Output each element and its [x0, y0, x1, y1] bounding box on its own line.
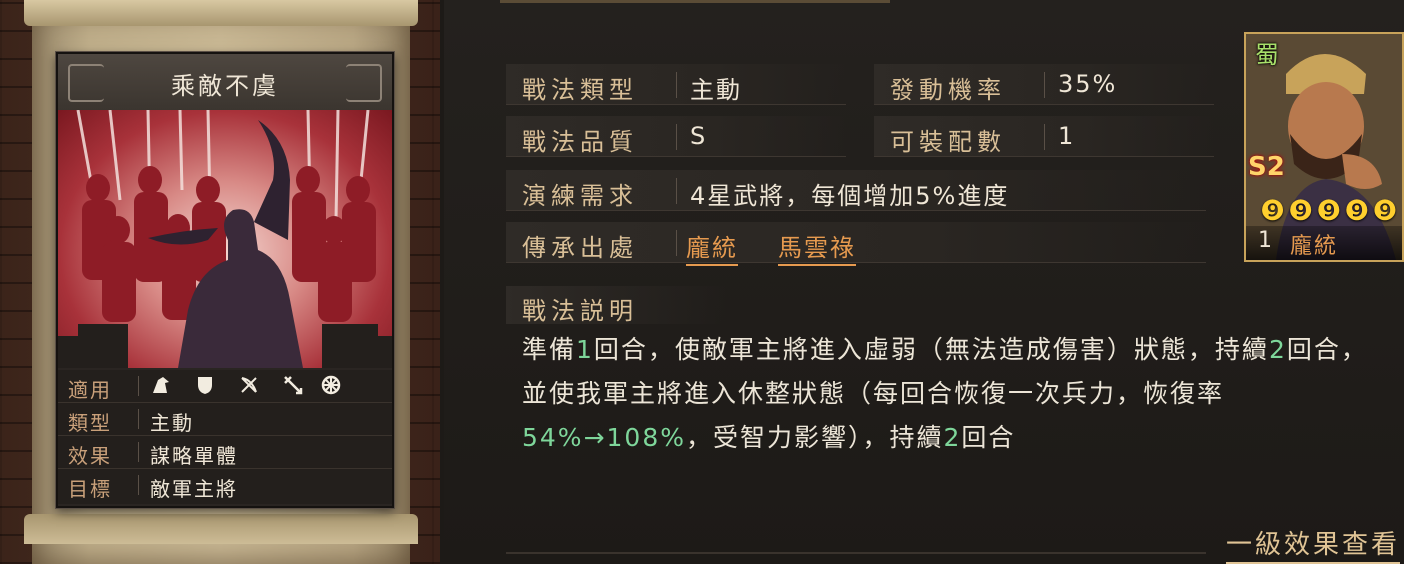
skill-card-header: 乘敵不虞 — [58, 54, 392, 111]
field-value: 主動 — [690, 76, 742, 104]
field-trigger-chance: 發動機率 35% — [874, 64, 1214, 105]
stat-row-type: 類型 主動 — [58, 403, 392, 436]
field-label: 戰法品質 — [522, 128, 638, 156]
spear-icon — [284, 376, 303, 395]
scroll-bottom-roll — [24, 514, 418, 544]
shield-icon — [198, 377, 212, 394]
stat-row-effect: 效果 謀略單體 — [58, 436, 392, 469]
general-portrait-card[interactable]: 蜀 S2 ❾❾❾❾❾ 1 龐統 — [1244, 32, 1404, 262]
skill-name: 乘敵不虞 — [171, 72, 279, 100]
stat-row-applicable: 適用 — [58, 370, 392, 403]
description-highlight: 1 — [576, 335, 594, 364]
description-highlight: 2 — [1268, 335, 1287, 364]
field-training-requirement: 演練需求 4星武將，每個增加5%進度 — [506, 170, 1206, 211]
rank-badge: S2 — [1248, 152, 1285, 182]
chariot-icon — [321, 375, 341, 395]
field-value: S — [690, 122, 708, 150]
stat-label: 目標 — [68, 477, 112, 501]
description-highlight: 2 — [943, 423, 962, 452]
stat-label: 類型 — [68, 411, 112, 435]
cavalry-icon — [153, 377, 169, 393]
description-title: 戰法説明 — [522, 297, 638, 325]
field-skill-type: 戰法類型 主動 — [506, 64, 846, 105]
stat-label: 效果 — [68, 444, 112, 468]
field-label: 傳承出處 — [522, 234, 638, 262]
level-effect-link[interactable]: 一級效果查看 — [1225, 524, 1400, 564]
description-text: ，受智力影響），持續 — [686, 423, 944, 452]
field-label: 戰法類型 — [522, 76, 638, 104]
field-inheritance-source: 傳承出處 龐統 馬雲祿 — [506, 222, 1206, 266]
field-label: 演練需求 — [522, 182, 638, 210]
star-rating: ❾❾❾❾❾ — [1260, 194, 1401, 227]
field-skill-quality: 戰法品質 S — [506, 116, 846, 157]
general-name: 龐統 — [1290, 234, 1339, 259]
silhouette-army-illustration — [58, 110, 392, 368]
top-divider — [500, 0, 890, 3]
bow-icon — [241, 377, 257, 393]
stat-value: 主動 — [150, 411, 194, 435]
source-general-link[interactable]: 龐統 — [686, 228, 738, 266]
stat-label: 適用 — [68, 378, 112, 402]
general-footer: 1 龐統 — [1246, 226, 1402, 260]
skill-card: 乘敵不虞 適用 類型 主動 效果 謀略單體 目標 敵軍主將 — [56, 52, 394, 508]
bottom-divider — [506, 552, 1206, 554]
field-label: 發動機率 — [890, 76, 1006, 104]
description-highlight: 54%→108% — [522, 423, 686, 452]
stat-value: 謀略單體 — [150, 444, 238, 468]
description-text: 回合，使敵軍主將進入虛弱（無法造成傷害）狀態，持續 — [593, 335, 1269, 364]
description-header: 戰法説明 — [506, 286, 726, 325]
description-text: 回合 — [961, 423, 1016, 452]
general-cost: 1 — [1258, 228, 1272, 253]
field-label: 可裝配數 — [890, 128, 1006, 156]
source-general-link[interactable]: 馬雲祿 — [778, 228, 856, 266]
field-value: 35% — [1058, 70, 1118, 98]
stat-row-target: 目標 敵軍主將 — [58, 469, 392, 501]
skill-artwork — [58, 110, 392, 368]
field-value: 4星武將，每個增加5%進度 — [690, 182, 1010, 210]
skill-stats: 適用 類型 主動 效果 謀略單體 目標 敵軍主將 — [58, 370, 392, 504]
skill-description: 準備1回合，使敵軍主將進入虛弱（無法造成傷害）狀態，持續2回合，並使我軍主將進入… — [522, 328, 1392, 460]
stat-value: 敵軍主將 — [150, 477, 238, 501]
description-text: 準備 — [522, 335, 577, 364]
kingdom-badge: 蜀 — [1255, 41, 1279, 69]
scroll-top-roll — [24, 0, 418, 26]
field-equip-count: 可裝配數 1 — [874, 116, 1214, 157]
field-value: 1 — [1058, 122, 1076, 150]
